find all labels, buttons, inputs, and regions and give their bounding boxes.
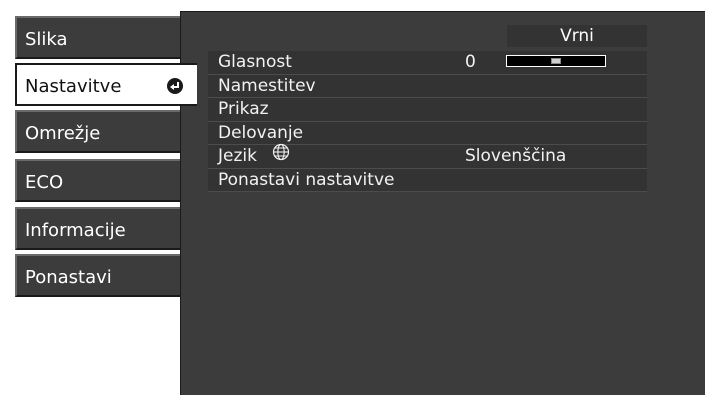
- settings-row-glasnost[interactable]: Glasnost 0: [208, 51, 647, 75]
- row-label: Jezik: [218, 146, 257, 166]
- menu-item-label: Ponastavi: [25, 267, 112, 288]
- menu-item-omrezje[interactable]: Omrežje: [15, 110, 180, 153]
- menu-item-label: Nastavitve: [25, 76, 122, 97]
- settings-list: Glasnost 0 Namestitev Prikaz Delovanje J…: [208, 51, 647, 192]
- volume-slider-knob[interactable]: [551, 58, 561, 64]
- menu-item-ponastavi[interactable]: Ponastavi: [15, 254, 180, 297]
- row-label: Glasnost: [218, 52, 292, 72]
- row-label: Delovanje: [218, 122, 304, 143]
- language-value: Slovenščina: [465, 146, 567, 166]
- menu-item-label: Slika: [25, 29, 68, 50]
- menu-item-label: Omrežje: [25, 123, 101, 144]
- settings-row-ponastavi-nastavitve[interactable]: Ponastavi nastavitve: [208, 168, 647, 192]
- row-label: Namestitev: [218, 75, 316, 96]
- globe-icon: [272, 143, 290, 167]
- settings-row-jezik[interactable]: Jezik Slovenščina: [208, 143, 647, 169]
- menu-item-informacije[interactable]: Informacije: [15, 207, 180, 250]
- back-button-label: Vrni: [560, 26, 594, 46]
- row-label: Ponastavi nastavitve: [218, 169, 395, 190]
- back-button[interactable]: Vrni: [507, 25, 647, 47]
- menu-item-label: ECO: [25, 172, 64, 193]
- menu-item-eco[interactable]: ECO: [15, 159, 180, 202]
- menu-item-label: Informacije: [25, 220, 126, 241]
- settings-row-namestitev[interactable]: Namestitev: [208, 74, 647, 98]
- settings-row-prikaz[interactable]: Prikaz: [208, 98, 647, 122]
- menu-item-nastavitve[interactable]: Nastavitve: [15, 63, 197, 106]
- row-label: Prikaz: [218, 99, 269, 119]
- volume-value: 0: [465, 52, 476, 72]
- menu-item-slika[interactable]: Slika: [15, 16, 180, 59]
- settings-row-delovanje[interactable]: Delovanje: [208, 121, 647, 145]
- enter-return-icon: [167, 78, 183, 94]
- volume-slider[interactable]: [506, 55, 606, 67]
